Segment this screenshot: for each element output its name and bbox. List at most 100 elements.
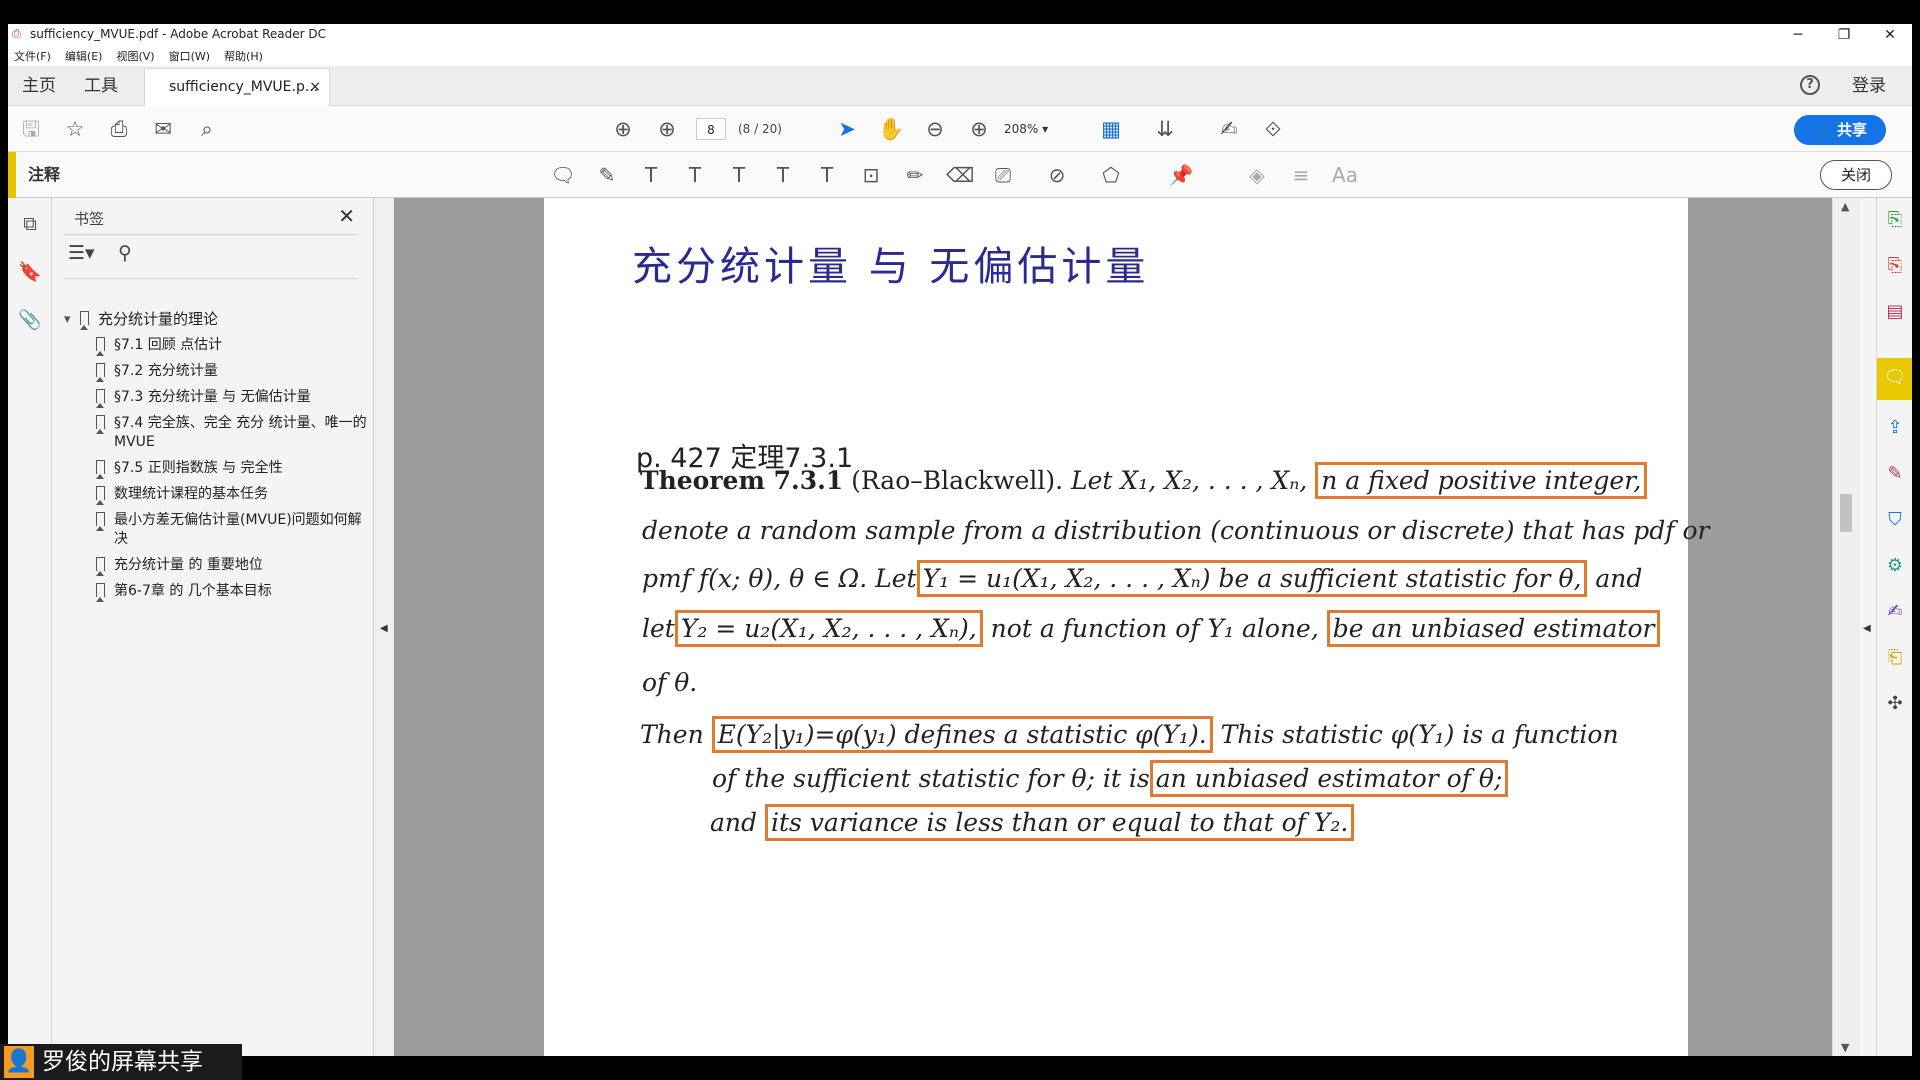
restore-button[interactable]: ❐ xyxy=(1834,27,1854,43)
close-annotation-button[interactable]: 关闭 xyxy=(1820,160,1892,190)
fill-sign-icon[interactable]: ✎ xyxy=(1883,462,1907,486)
stamp-icon[interactable]: ⎚ xyxy=(990,162,1016,188)
export-pdf-icon[interactable]: ⎘ xyxy=(1883,208,1907,232)
chevron-down-icon[interactable]: ▾ xyxy=(64,310,71,329)
replace-text-icon[interactable]: T xyxy=(726,162,752,188)
save-icon[interactable]: 🖫 xyxy=(18,116,44,142)
mail-icon[interactable]: ✉ xyxy=(150,116,176,142)
bookmark-item[interactable]: §7.4 完全族、完全 充分 统计量、唯一的MVUE xyxy=(62,414,367,452)
collapse-right-panel[interactable]: ◀ xyxy=(1860,198,1876,1056)
theorem-text: This statistic φ(Y₁) is a function xyxy=(1220,720,1619,749)
zoom-out-icon[interactable]: ⊖ xyxy=(922,116,948,142)
page-title: 充分统计量 与 无偏估计量 xyxy=(632,244,1150,290)
zoom-select[interactable]: 208% ▾ xyxy=(1004,118,1070,140)
bookmark-item[interactable]: 充分统计量 的 重要地位 xyxy=(62,556,367,576)
triangle-left-icon: ◀ xyxy=(1863,623,1871,634)
tab-document[interactable]: sufficiency_MVUE.p... × xyxy=(144,68,330,106)
font-size-icon[interactable]: Aa xyxy=(1332,162,1358,188)
bookmark-flag-icon xyxy=(96,460,105,479)
menu-help[interactable]: 帮助(H) xyxy=(224,48,263,64)
theorem-text: let xyxy=(642,614,675,643)
pencil-icon[interactable]: ✏ xyxy=(902,162,928,188)
page-number-input[interactable]: 8 xyxy=(696,118,726,140)
line-weight-icon[interactable]: ≡ xyxy=(1288,162,1314,188)
scroll-up-icon[interactable]: ▲ xyxy=(1841,200,1849,213)
search-icon[interactable]: ⌕ xyxy=(194,116,220,142)
menu-window[interactable]: 窗口(W) xyxy=(169,48,210,64)
add-text-icon[interactable]: T xyxy=(814,162,840,188)
optimize-pdf-icon[interactable]: ⚙ xyxy=(1883,554,1907,578)
scroll-thumb[interactable] xyxy=(1840,494,1852,532)
theorem-line-4: let Y₂ = u₂(X₁, X₂, . . . , Xₙ), not a fu… xyxy=(642,610,1661,647)
text-box-icon[interactable]: ⊡ xyxy=(858,162,884,188)
page-display-icon[interactable]: ▦ xyxy=(1098,116,1124,142)
bookmarks-panel: 书签 ✕ ☰▾ ⚲ ▾ 充分统计量的理论 §7.1 回顾 点估计 §7.2 充分… xyxy=(52,198,374,1056)
select-cursor-icon[interactable]: ➤ xyxy=(834,116,860,142)
insert-text-icon[interactable]: T xyxy=(770,162,796,188)
highlight-box: Y₁ = u₁(X₁, X₂, . . . , Xₙ) be a suffici… xyxy=(916,560,1588,597)
bookmark-label: §7.4 完全族、完全 充分 统计量、唯一的MVUE xyxy=(114,415,367,450)
file-star-icon[interactable]: ⎗ xyxy=(1883,646,1907,670)
signature-icon[interactable]: ✍ xyxy=(1883,600,1907,624)
page-thumbnails-icon[interactable]: ⧉ xyxy=(18,212,42,236)
fill-color-icon[interactable]: ◈ xyxy=(1244,162,1270,188)
next-page-icon[interactable]: ⊕ xyxy=(654,116,680,142)
screen-share-indicator: 👤 罗俊的屏幕共享 xyxy=(0,1044,242,1080)
comment-icon[interactable]: 🗨 xyxy=(550,162,576,188)
close-window-button[interactable]: ✕ xyxy=(1880,27,1900,43)
theorem-line-1: Theorem 7.3.1 (Rao–Blackwell). Let X₁, X… xyxy=(640,462,1648,499)
bookmark-item[interactable]: §7.5 正则指数族 与 完全性 xyxy=(62,459,367,479)
star-icon[interactable]: ☆ xyxy=(62,116,88,142)
tab-tools[interactable]: 工具 xyxy=(84,66,118,106)
close-panel-icon[interactable]: ✕ xyxy=(338,204,355,228)
tab-home[interactable]: 主页 xyxy=(22,66,56,106)
eraser-icon[interactable]: ⌫ xyxy=(946,162,974,188)
share-button[interactable]: 👤 共享 xyxy=(1794,115,1886,145)
theorem-name: (Rao–Blackwell). xyxy=(851,466,1064,495)
bookmark-item[interactable]: 第6-7章 的 几个基本目标 xyxy=(62,582,367,602)
bookmark-flag-icon xyxy=(96,363,105,382)
scroll-down-icon[interactable]: ▼ xyxy=(1841,1041,1849,1054)
zoom-in-icon[interactable]: ⊕ xyxy=(966,116,992,142)
paperclip-icon[interactable]: 📎 xyxy=(18,308,42,332)
sign-icon[interactable]: ✍ xyxy=(1216,116,1242,142)
previous-page-icon[interactable]: ⊕ xyxy=(610,116,636,142)
new-bookmark-icon[interactable]: ⚲ xyxy=(118,242,132,264)
highlight-icon[interactable]: ✎ xyxy=(594,162,620,188)
bookmark-icon[interactable]: 🔖 xyxy=(18,260,42,284)
bookmark-item[interactable]: 数理统计课程的基本任务 xyxy=(62,485,367,505)
bookmark-flag-icon xyxy=(96,415,105,434)
print-icon[interactable]: ⎙ xyxy=(106,116,132,142)
bookmark-options-icon[interactable]: ☰▾ xyxy=(68,242,95,264)
strikethrough-icon[interactable]: T xyxy=(682,162,708,188)
minimize-button[interactable]: ─ xyxy=(1788,27,1808,43)
bookmark-item[interactable]: §7.1 回顾 点估计 xyxy=(62,336,367,356)
theorem-line-5: of θ. xyxy=(642,668,698,697)
more-tools-icon[interactable]: ✣ xyxy=(1883,692,1907,716)
vertical-scrollbar[interactable]: ▲ ▼ xyxy=(1832,198,1860,1056)
organize-pages-icon[interactable]: ▤ xyxy=(1883,300,1907,324)
menu-view[interactable]: 视图(V) xyxy=(116,48,154,64)
tab-close-icon[interactable]: × xyxy=(309,69,321,105)
menu-edit[interactable]: 编辑(E) xyxy=(65,48,103,64)
create-pdf-icon[interactable]: ⎘ xyxy=(1883,254,1907,278)
menu-file[interactable]: 文件(F) xyxy=(14,48,51,64)
protect-icon[interactable]: ⛉ xyxy=(1883,508,1907,532)
bookmark-root[interactable]: ▾ 充分统计量的理论 xyxy=(62,310,367,330)
pin-icon[interactable]: 📌 xyxy=(1168,162,1194,188)
bookmark-item[interactable]: §7.3 充分统计量 与 无偏估计量 xyxy=(62,388,367,408)
help-icon[interactable]: ? xyxy=(1800,75,1820,95)
login-link[interactable]: 登录 xyxy=(1852,66,1886,106)
comment-tool-icon[interactable]: 🗨 xyxy=(1883,366,1907,390)
hand-tool-icon[interactable]: ✋ xyxy=(878,116,904,142)
collapse-left-panel[interactable]: ◀ xyxy=(374,198,394,1056)
send-for-comments-icon[interactable]: ⇪ xyxy=(1883,416,1907,440)
shapes-icon[interactable]: ⬠ xyxy=(1098,162,1124,188)
underline-text-icon[interactable]: T xyxy=(638,162,664,188)
scroll-mode-icon[interactable]: ⇊ xyxy=(1152,116,1178,142)
bookmark-item[interactable]: §7.2 充分统计量 xyxy=(62,362,367,382)
tag-icon[interactable]: ⟐ xyxy=(1260,116,1286,142)
bookmark-item[interactable]: 最小方差无偏估计量(MVUE)问题如何解决 xyxy=(62,511,367,549)
bookmark-label: 充分统计量 的 重要地位 xyxy=(114,557,263,573)
attach-icon[interactable]: ⊘ xyxy=(1044,162,1070,188)
